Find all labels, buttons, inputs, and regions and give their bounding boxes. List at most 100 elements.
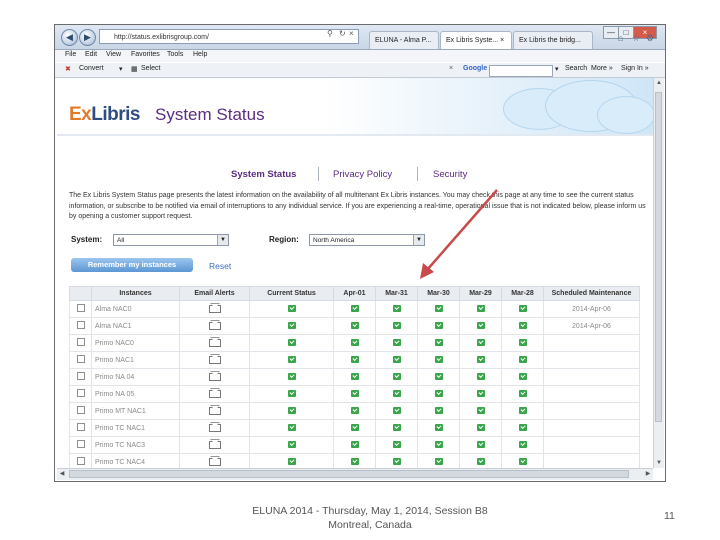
header-email-alerts: Email Alerts: [179, 286, 250, 301]
status-ok-icon: [518, 305, 527, 313]
status-cell: [459, 334, 502, 352]
row-checkbox[interactable]: [76, 338, 85, 346]
status-ok-icon: [350, 356, 359, 364]
status-cell: [459, 385, 502, 403]
row-checkbox-cell: [69, 317, 92, 335]
envelope-icon[interactable]: [208, 304, 221, 313]
convert-icon[interactable]: ✖: [65, 65, 71, 73]
scroll-left-icon[interactable]: ◀: [57, 469, 67, 480]
status-cell: [459, 453, 502, 468]
scroll-up-icon[interactable]: ▲: [654, 78, 664, 88]
scroll-down-icon[interactable]: ▼: [654, 458, 664, 468]
envelope-icon[interactable]: [208, 457, 221, 466]
status-ok-icon: [392, 356, 401, 364]
forward-icon[interactable]: ▶: [79, 29, 96, 46]
horizontal-scrollbar[interactable]: ◀ ▶: [57, 468, 653, 480]
envelope-icon[interactable]: [208, 406, 221, 415]
row-checkbox[interactable]: [76, 406, 85, 414]
status-ok-icon: [518, 322, 527, 330]
maintenance-cell: [543, 385, 640, 403]
table-row: Primo NA 04: [69, 368, 640, 386]
scroll-thumb[interactable]: [655, 92, 662, 422]
stop-icon[interactable]: ×: [349, 29, 354, 38]
status-ok-icon: [350, 390, 359, 398]
row-checkbox[interactable]: [76, 423, 85, 431]
tab-exlibris-status[interactable]: Ex Libris Syste... ×: [440, 31, 512, 49]
reset-link[interactable]: Reset: [209, 261, 231, 271]
refresh-icon[interactable]: ↻: [339, 29, 346, 38]
close-toolbar-icon[interactable]: ×: [449, 65, 453, 72]
tab-eluna[interactable]: ELUNA - Alma P...: [369, 31, 439, 49]
system-select[interactable]: All ▼: [113, 234, 229, 246]
remember-instances-button[interactable]: Remember my instances: [71, 258, 193, 272]
cloud-graphic-3: [597, 96, 653, 134]
select-icon[interactable]: ▦: [131, 65, 138, 73]
select-button[interactable]: Select: [141, 65, 160, 72]
search-icon[interactable]: ⚲: [327, 29, 333, 38]
vertical-scrollbar[interactable]: ▲ ▼: [653, 78, 664, 468]
status-cell: [417, 317, 460, 335]
convert-dropdown-icon[interactable]: ▾: [119, 65, 123, 73]
tab-exlibris-bridge[interactable]: Ex Libris the bridg...: [513, 31, 593, 49]
more-button[interactable]: More »: [591, 65, 613, 72]
menu-view[interactable]: View: [106, 51, 121, 58]
envelope-icon[interactable]: [208, 423, 221, 432]
envelope-icon[interactable]: [208, 389, 221, 398]
page-title: System Status: [155, 105, 265, 124]
tab-security[interactable]: Security: [433, 169, 467, 180]
row-checkbox[interactable]: [76, 372, 85, 380]
gear-icon[interactable]: ⚙: [646, 33, 654, 44]
status-ok-icon: [350, 339, 359, 347]
address-bar[interactable]: http://status.exlibrisgroup.com/: [99, 29, 359, 44]
menu-help[interactable]: Help: [193, 51, 207, 58]
status-cell: [333, 436, 376, 454]
scroll-thumb-horizontal[interactable]: [69, 470, 629, 478]
envelope-icon[interactable]: [208, 338, 221, 347]
favorites-icon[interactable]: ☆: [632, 33, 640, 44]
signin-button[interactable]: Sign In »: [621, 65, 649, 72]
menu-favorites[interactable]: Favorites: [131, 51, 160, 58]
instance-name: Primo NAC0: [91, 334, 180, 352]
status-cell: [459, 419, 502, 437]
table-row: Primo NA 05: [69, 385, 640, 403]
row-checkbox-cell: [69, 402, 92, 420]
scroll-right-icon[interactable]: ▶: [643, 469, 653, 480]
header-instances[interactable]: Instances: [91, 286, 180, 301]
search-button[interactable]: Search: [565, 65, 587, 72]
status-cell: [249, 368, 334, 386]
menu-edit[interactable]: Edit: [85, 51, 97, 58]
status-cell: [417, 300, 460, 318]
tab-system-status[interactable]: System Status: [231, 169, 296, 180]
status-ok-icon: [476, 407, 485, 415]
status-ok-icon: [434, 305, 443, 313]
tab-privacy-policy[interactable]: Privacy Policy: [333, 169, 392, 180]
header-date-5: Mar-28: [501, 286, 544, 301]
status-cell: [249, 453, 334, 468]
status-cell: [501, 402, 544, 420]
back-icon[interactable]: ◀: [61, 29, 78, 46]
chevron-down-icon: ▼: [217, 235, 228, 245]
status-ok-icon: [287, 441, 296, 449]
row-checkbox[interactable]: [76, 457, 85, 465]
region-select[interactable]: North America ▼: [309, 234, 425, 246]
convert-button[interactable]: Convert: [79, 65, 104, 72]
envelope-icon[interactable]: [208, 372, 221, 381]
home-icon[interactable]: ⌂: [618, 33, 623, 43]
google-search-input[interactable]: [489, 65, 553, 77]
email-alert-cell: [179, 351, 250, 369]
envelope-icon[interactable]: [208, 355, 221, 364]
row-checkbox[interactable]: [76, 321, 85, 329]
envelope-icon[interactable]: [208, 440, 221, 449]
system-label: System:: [71, 235, 103, 244]
status-cell: [501, 368, 544, 386]
envelope-icon[interactable]: [208, 321, 221, 330]
minimize-icon[interactable]: —: [603, 26, 619, 39]
status-ok-icon: [392, 390, 401, 398]
row-checkbox[interactable]: [76, 355, 85, 363]
row-checkbox[interactable]: [76, 440, 85, 448]
menu-tools[interactable]: Tools: [167, 51, 183, 58]
search-dropdown-icon[interactable]: ▾: [555, 65, 559, 73]
row-checkbox[interactable]: [76, 389, 85, 397]
menu-file[interactable]: File: [65, 51, 76, 58]
row-checkbox[interactable]: [76, 304, 85, 312]
